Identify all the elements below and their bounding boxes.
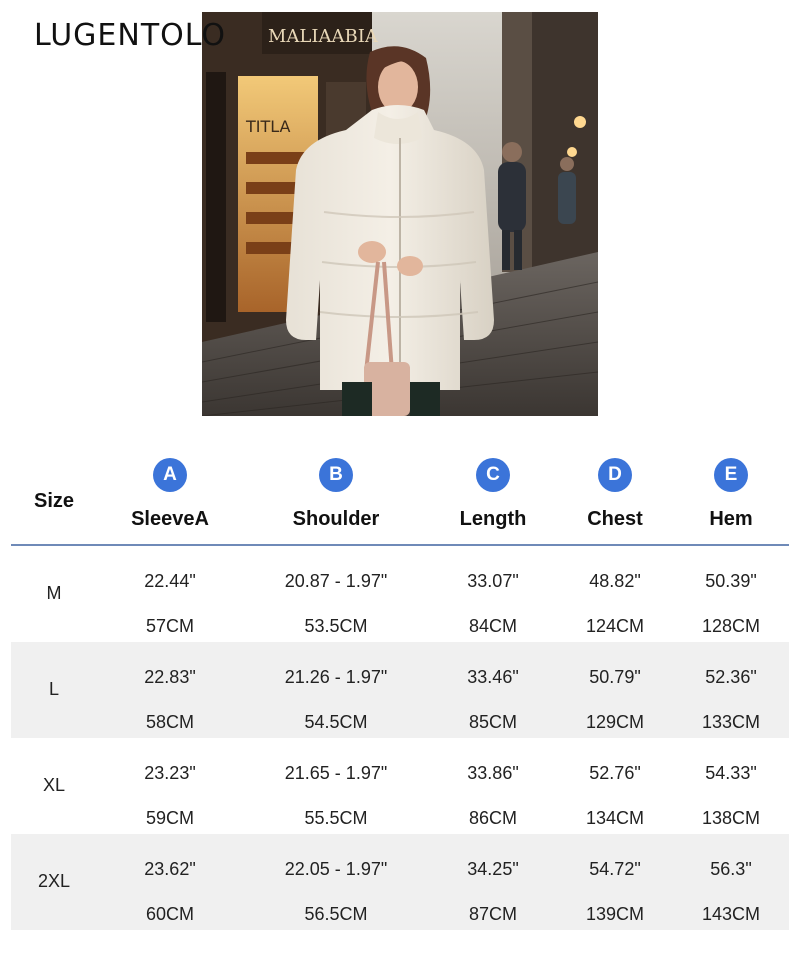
column-label-hem: Hem [709,508,753,530]
hem-cm: 143CM [701,904,761,924]
length-cm: 87CM [468,904,517,924]
table-row-l: L 22.83" 58CM 21.26 - 1.97" 54.5CM 33.46… [11,642,789,738]
badge-e: E [714,458,748,492]
chest-cm: 129CM [585,712,645,732]
size-chart: Size A SleeveA B Shoulder C Length D Che… [11,440,789,930]
chest-cm: 134CM [585,808,645,828]
column-header-length: C Length [438,458,548,531]
hem-cm: 128CM [701,616,761,636]
length-cm: 85CM [468,712,517,732]
badge-d: D [598,458,632,492]
chest-cm: 139CM [585,904,645,924]
chest-inch: 48.82" [589,571,641,591]
chest-cm: 124CM [585,616,645,636]
shoulder-cm: 55.5CM [304,808,368,828]
product-photo-illustration: MALIAABIA TITLA [202,12,598,416]
shoulder-inch: 22.05 - 1.97" [284,859,388,879]
column-header-chest: D Chest [560,458,670,531]
column-header-hem: E Hem [676,458,786,531]
column-header-sleeve: A SleeveA [115,458,225,531]
length-inch: 34.25" [467,859,519,879]
sleeve-inch: 22.83" [144,667,196,687]
size-label: XL [42,775,66,795]
length-cm: 86CM [468,808,517,828]
chest-inch: 50.79" [589,667,641,687]
length-inch: 33.86" [467,763,519,783]
size-column-header: Size [33,490,75,512]
shoulder-inch: 21.26 - 1.97" [284,667,388,687]
sleeve-cm: 57CM [145,616,194,636]
size-label: L [48,679,59,699]
badge-a: A [153,458,187,492]
shoulder-inch: 21.65 - 1.97" [284,763,388,783]
hem-cm: 133CM [701,712,761,732]
hem-inch: 56.3" [710,859,752,879]
table-row-2xl: 2XL 23.62" 60CM 22.05 - 1.97" 56.5CM 34.… [11,834,789,930]
sleeve-cm: 58CM [145,712,194,732]
product-photo: MALIAABIA TITLA [202,12,598,416]
window-sign-text: TITLA [245,117,291,136]
column-label-sleeve: SleeveA [131,508,209,530]
hem-cm: 138CM [701,808,761,828]
chest-inch: 54.72" [589,859,641,879]
column-label-chest: Chest [587,508,643,530]
badge-b: B [319,458,353,492]
shop-sign-text: MALIAABIA [268,26,379,47]
column-label-length: Length [459,508,527,530]
table-row-m: M 22.44" 57CM 20.87 - 1.97" 53.5CM 33.07… [11,546,789,642]
shoulder-cm: 53.5CM [304,616,368,636]
sleeve-cm: 59CM [145,808,194,828]
hem-inch: 52.36" [705,667,757,687]
hem-inch: 50.39" [705,571,757,591]
sleeve-inch: 22.44" [144,571,196,591]
column-label-shoulder: Shoulder [292,508,380,530]
shoulder-inch: 20.87 - 1.97" [284,571,388,591]
chest-inch: 52.76" [589,763,641,783]
sleeve-cm: 60CM [145,904,194,924]
column-header-shoulder: B Shoulder [261,458,411,531]
length-inch: 33.07" [467,571,519,591]
length-inch: 33.46" [467,667,519,687]
shoulder-cm: 54.5CM [304,712,368,732]
size-label: 2XL [37,871,71,891]
sleeve-inch: 23.23" [144,763,196,783]
table-row-xl: XL 23.23" 59CM 21.65 - 1.97" 55.5CM 33.8… [11,738,789,834]
size-chart-header: Size A SleeveA B Shoulder C Length D Che… [11,440,789,546]
shoulder-cm: 56.5CM [304,904,368,924]
hem-inch: 54.33" [705,763,757,783]
size-label: M [46,583,62,603]
badge-c: C [476,458,510,492]
brand-logo: LUGENTOLO [34,18,227,53]
sleeve-inch: 23.62" [144,859,196,879]
length-cm: 84CM [468,616,517,636]
